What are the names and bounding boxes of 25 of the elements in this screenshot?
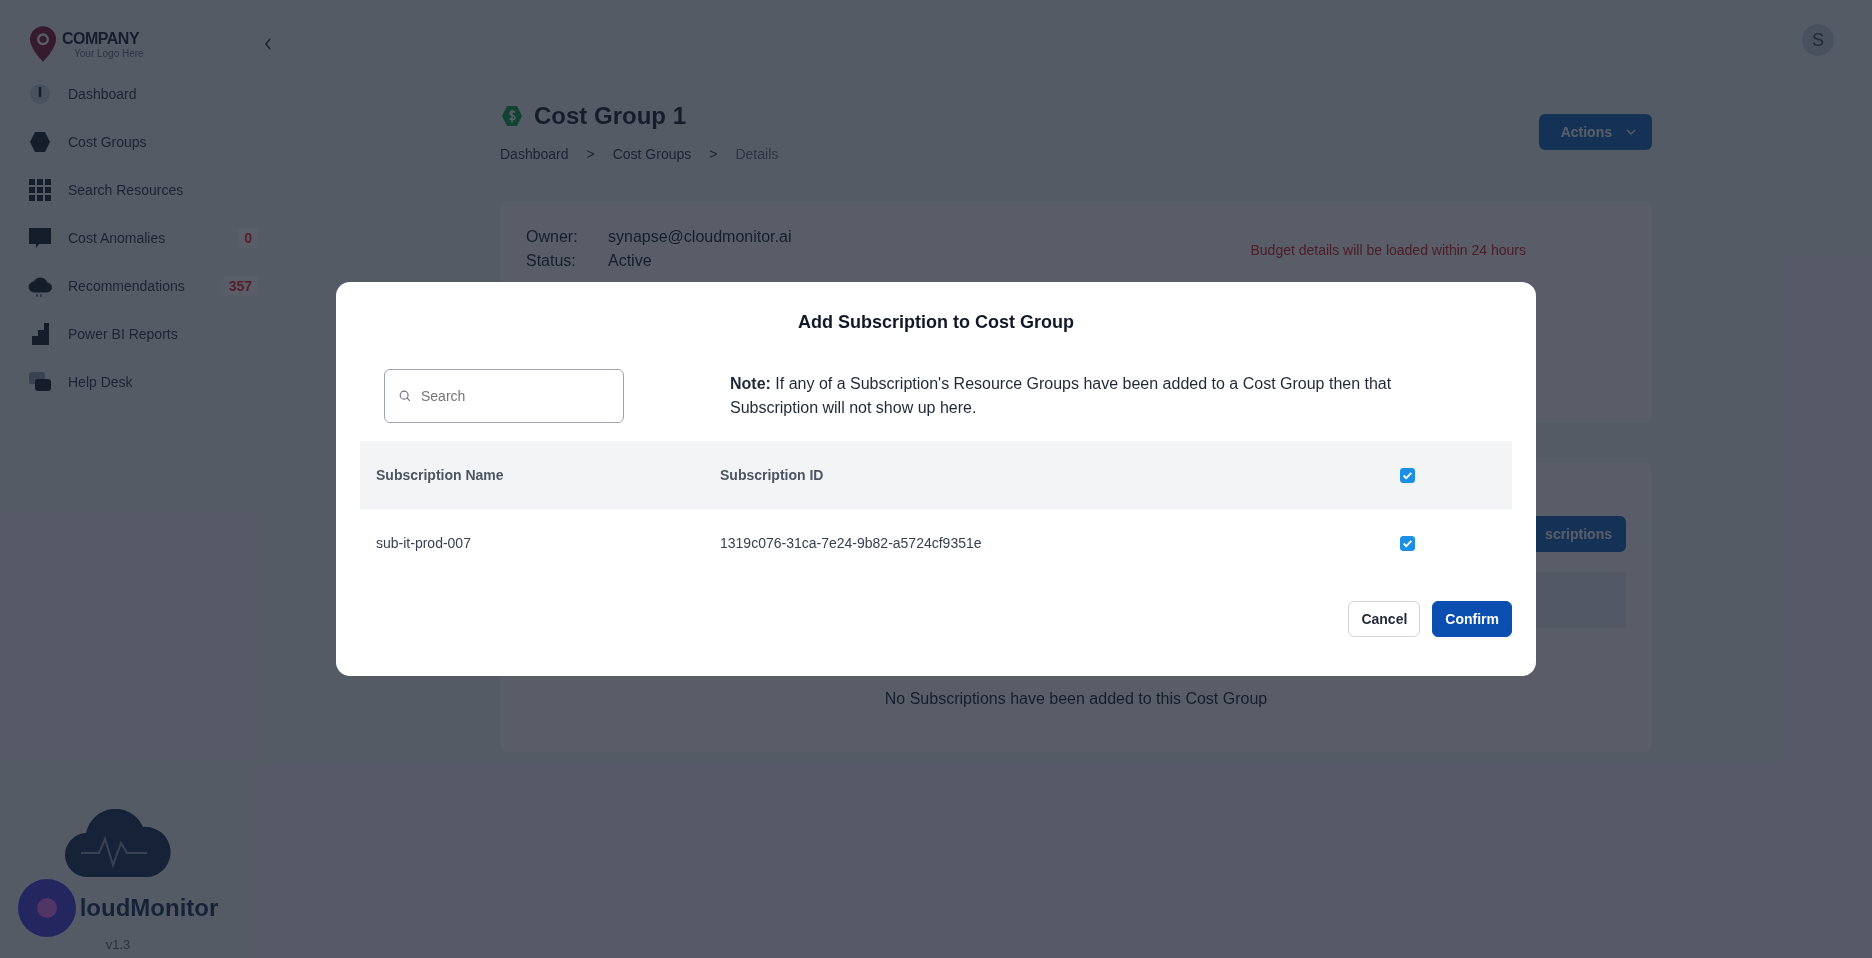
breadcrumb-link[interactable]: Cost Groups <box>612 146 692 162</box>
breadcrumb-link[interactable]: Dashboard <box>500 146 569 162</box>
note-text: Note: If any of a Subscription's Resource Groups have been added to a Cost Group then that Subscription will not show up here. <box>730 374 1393 418</box>
confirm-button[interactable]: Confirm <box>1432 601 1512 637</box>
empty-state-message: No Subscriptions have been added to this Cost Group <box>884 690 1268 708</box>
row-checkbox[interactable] <box>1400 535 1415 551</box>
dialog-title: Add Subscription to Cost Group <box>797 312 1075 333</box>
breadcrumb-separator: > <box>709 146 718 162</box>
detail-value: synapse@cloudmonitor.ai <box>608 228 792 246</box>
column-header: Subscription ID <box>720 467 825 483</box>
cancel-button[interactable]: Cancel <box>1348 601 1421 637</box>
detail-label: Status: <box>526 252 577 270</box>
company-logo-name: COMPANY <box>62 29 141 48</box>
select-all-checkbox[interactable] <box>1400 467 1415 483</box>
product-name: loudMonitor <box>79 894 219 922</box>
detail-label: Owner: <box>526 228 579 246</box>
detail-value: Active <box>608 252 652 270</box>
page-title: Cost Group 1 <box>534 102 686 130</box>
table-cell-text: sub-it-prod-007 <box>376 535 472 551</box>
budget-notice: Budget details will be loaded within 24 hours <box>1250 242 1526 258</box>
table-cell-text: 1319c076-31ca-7e24-9b82-a5724cf9351e <box>720 535 983 551</box>
column-header: Subscription Name <box>376 467 505 483</box>
search-icon <box>398 389 412 403</box>
search-field[interactable]: Search <box>384 369 624 423</box>
breadcrumb-separator: > <box>586 146 595 162</box>
